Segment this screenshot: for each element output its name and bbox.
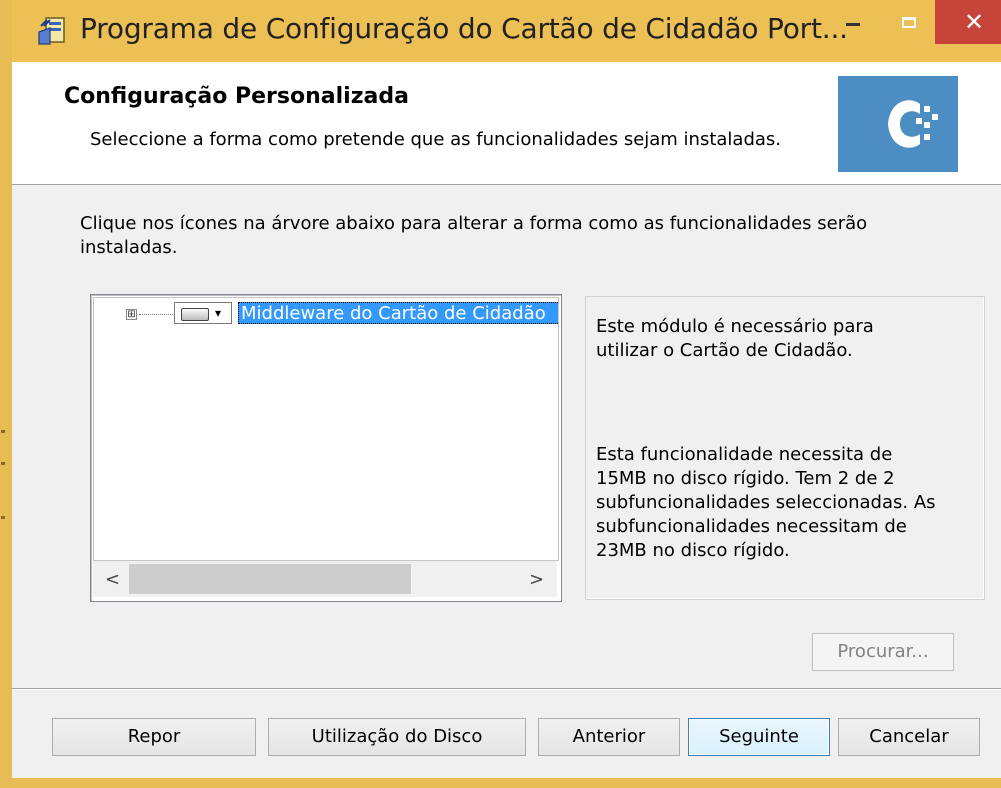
scroll-right-icon[interactable]: >	[529, 569, 544, 590]
installer-window: Programa de Configuração do Cartão de Ci…	[0, 0, 1001, 788]
dropdown-caret-icon: ▾	[215, 306, 222, 320]
page-subtitle: Seleccione a forma como pretende que as …	[90, 129, 782, 150]
window-left-border	[0, 0, 12, 788]
next-button[interactable]: Seguinte	[688, 718, 830, 756]
border-mark	[1, 516, 5, 519]
close-button[interactable]: ✕	[935, 0, 1001, 44]
header-panel: Configuração Personalizada Seleccione a …	[12, 62, 1001, 185]
minimize-button[interactable]	[828, 0, 878, 44]
dialog-client-area: Configuração Personalizada Seleccione a …	[12, 62, 1001, 778]
feature-tree[interactable]: ⊞ ▾ Middleware do Cartão de Cidadão < >	[90, 294, 562, 602]
window-title: Programa de Configuração do Cartão de Ci…	[80, 12, 848, 45]
reset-button[interactable]: Repor	[52, 718, 256, 756]
expand-icon[interactable]: ⊞	[126, 309, 137, 320]
scrollbar-thumb[interactable]	[129, 564, 411, 594]
border-mark	[1, 462, 5, 465]
back-button[interactable]: Anterior	[538, 718, 680, 756]
instructions-text: Clique nos ícones na árvore abaixo para …	[80, 213, 868, 258]
window-bottom-border	[0, 778, 1001, 788]
browse-button[interactable]: Procurar...	[812, 633, 954, 671]
separator	[12, 688, 1001, 689]
installer-icon	[38, 17, 65, 45]
feature-description-panel: Este módulo é necessário para utilizar o…	[585, 296, 985, 600]
feature-disk-requirements: Esta funcionalidade necessita de 15MB no…	[596, 444, 936, 561]
hard-drive-icon	[181, 308, 209, 321]
close-icon: ✕	[963, 8, 985, 36]
logo-icon	[888, 100, 938, 148]
install-state-dropdown[interactable]: ▾	[174, 302, 232, 324]
border-mark	[1, 430, 5, 433]
page-title: Configuração Personalizada	[64, 84, 409, 109]
cancel-button[interactable]: Cancelar	[838, 718, 980, 756]
feature-tree-list: ⊞ ▾ Middleware do Cartão de Cidadão	[93, 297, 559, 561]
feature-description: Este módulo é necessário para utilizar o…	[596, 316, 874, 361]
disk-usage-button[interactable]: Utilização do Disco	[268, 718, 526, 756]
cartao-cidadao-logo	[838, 76, 958, 172]
horizontal-scrollbar[interactable]: < >	[93, 561, 557, 597]
scroll-left-icon[interactable]: <	[105, 569, 120, 590]
tree-connector	[139, 314, 173, 315]
maximize-button[interactable]	[884, 0, 934, 44]
minimize-icon	[846, 22, 860, 26]
maximize-icon	[902, 16, 916, 28]
tree-item-middleware[interactable]: Middleware do Cartão de Cidadão	[238, 302, 558, 324]
title-bar[interactable]: Programa de Configuração do Cartão de Ci…	[12, 0, 1001, 62]
